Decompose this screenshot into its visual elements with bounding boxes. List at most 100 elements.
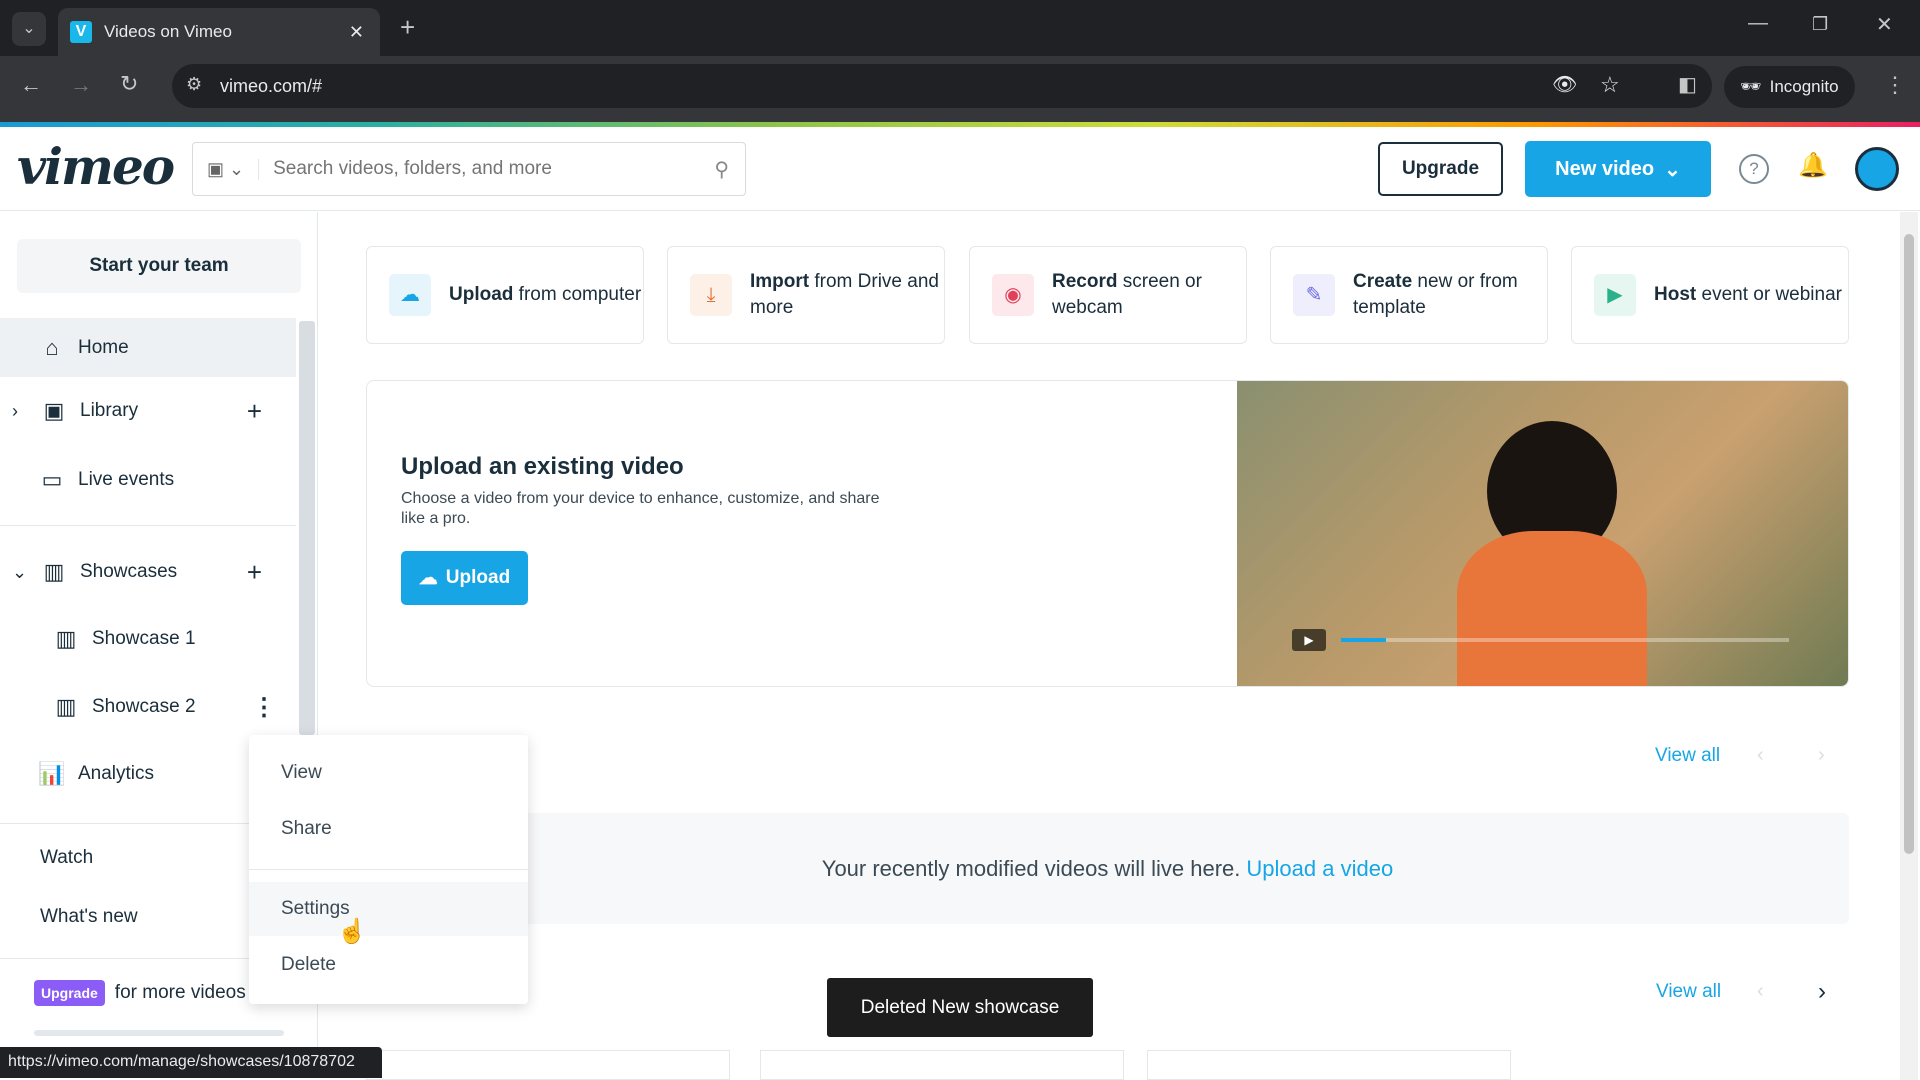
bell-icon[interactable]: 🔔 bbox=[1798, 151, 1828, 180]
menu-item-share[interactable]: Share bbox=[249, 802, 528, 856]
empty-state-text: Your recently modified videos will live … bbox=[821, 855, 1241, 881]
recent-view-all-link[interactable]: View all bbox=[1655, 745, 1720, 767]
new-tab-button[interactable]: + bbox=[400, 12, 415, 43]
showcase-card[interactable] bbox=[1147, 1050, 1511, 1080]
prev-arrow-icon[interactable]: ‹ bbox=[1757, 980, 1764, 1003]
label: Live events bbox=[78, 469, 175, 490]
new-video-button[interactable]: New video ⌄ bbox=[1525, 141, 1711, 197]
label: What's new bbox=[40, 906, 138, 927]
site-settings-icon[interactable]: ⚙ bbox=[186, 74, 202, 95]
hero-video-preview[interactable]: ▶ bbox=[1237, 381, 1848, 686]
menu-item-settings[interactable]: Settings bbox=[249, 882, 528, 936]
menu-item-delete[interactable]: Delete bbox=[249, 938, 528, 992]
restore-button[interactable]: ❐ bbox=[1812, 14, 1828, 35]
label: Showcases bbox=[80, 561, 178, 582]
minimize-button[interactable]: — bbox=[1748, 12, 1768, 35]
add-showcase-icon[interactable]: + bbox=[247, 557, 262, 588]
camera-icon: ▶ bbox=[1594, 274, 1636, 316]
page-scrollbar-thumb[interactable] bbox=[1904, 234, 1914, 854]
sidebar-item-showcase-1[interactable]: ▥ Showcase 1 bbox=[0, 616, 296, 662]
incognito-icon: 🕶 bbox=[1740, 77, 1762, 96]
eye-off-icon[interactable]: 👁 bbox=[1552, 72, 1577, 97]
sidebar-item-home[interactable]: ⌂ Home bbox=[0, 318, 296, 377]
search-scope-dropdown[interactable]: ▣ ⌄ bbox=[193, 158, 260, 180]
forward-icon[interactable]: → bbox=[70, 72, 92, 98]
side-panel-icon[interactable]: ◧ bbox=[1678, 72, 1697, 97]
back-icon[interactable]: ← bbox=[20, 72, 42, 98]
quick-action-upload[interactable]: ☁ Upload from computer bbox=[366, 246, 644, 344]
close-tab-icon[interactable]: ✕ bbox=[349, 22, 364, 43]
showcase-icon: ▥ bbox=[55, 694, 77, 719]
quick-action-create[interactable]: ✎ Create new or from template bbox=[1270, 246, 1548, 344]
avatar[interactable] bbox=[1855, 147, 1899, 191]
video-camera-icon: ▭ bbox=[41, 467, 63, 492]
label: Library bbox=[80, 400, 139, 421]
showcase-card[interactable] bbox=[760, 1050, 1124, 1080]
upgrade-text: for more videos bbox=[114, 982, 246, 1003]
mouse-cursor-icon: ☝ bbox=[337, 918, 367, 945]
edit-icon: ✎ bbox=[1293, 274, 1335, 316]
star-icon[interactable]: ☆ bbox=[1600, 72, 1620, 98]
quick-action-label: Record screen or webcam bbox=[1052, 271, 1202, 318]
quick-action-label: Upload from computer bbox=[449, 284, 642, 306]
vimeo-logo[interactable]: vimeo bbox=[17, 137, 175, 196]
divider bbox=[0, 525, 296, 526]
sidebar-item-showcase-2[interactable]: ▥ Showcase 2 ⋮ bbox=[0, 684, 296, 730]
video-progress-bar[interactable] bbox=[1341, 638, 1789, 642]
page-scrollbar[interactable] bbox=[1900, 212, 1918, 1080]
search-input[interactable] bbox=[259, 158, 715, 180]
search-bar: ▣ ⌄ ⚲ bbox=[192, 142, 746, 196]
incognito-label: Incognito bbox=[1769, 77, 1839, 96]
sidebar-item-live-events[interactable]: ▭ Live events bbox=[0, 457, 296, 503]
chevron-down-icon[interactable]: ⌄ bbox=[12, 562, 40, 583]
url-field[interactable]: ⚙ vimeo.com/# 👁 ☆ bbox=[172, 64, 1712, 108]
quick-action-record[interactable]: ◉ Record screen or webcam bbox=[969, 246, 1247, 344]
record-icon: ◉ bbox=[992, 274, 1034, 316]
quick-action-import[interactable]: ⤓ Import from Drive and more bbox=[667, 246, 945, 344]
upload-panel-description: Choose a video from your device to enhan… bbox=[401, 490, 880, 527]
more-options-icon[interactable]: ⋮ bbox=[252, 693, 276, 722]
close-window-button[interactable]: ✕ bbox=[1876, 12, 1893, 37]
label: Analytics bbox=[78, 763, 155, 784]
upload-cloud-icon: ☁ bbox=[418, 567, 438, 589]
upload-button-label: Upload bbox=[445, 567, 511, 588]
upgrade-badge[interactable]: Upgrade bbox=[34, 980, 105, 1006]
label: Showcase 2 bbox=[92, 696, 196, 717]
upgrade-promo: Upgrade for more videos bbox=[34, 980, 246, 1006]
showcases-view-all-link[interactable]: View all bbox=[1656, 981, 1721, 1003]
menu-item-view[interactable]: View bbox=[249, 746, 528, 800]
tab-search-button[interactable]: ⌄ bbox=[12, 12, 46, 46]
video-progress-fill bbox=[1341, 638, 1386, 642]
browser-tab[interactable]: V Videos on Vimeo ✕ bbox=[58, 8, 380, 56]
upload-button[interactable]: ☁ Upload bbox=[401, 551, 528, 605]
browser-menu-icon[interactable]: ⋮ bbox=[1884, 72, 1906, 98]
quick-action-host[interactable]: ▶ Host event or webinar bbox=[1571, 246, 1849, 344]
label: Showcase 1 bbox=[92, 628, 196, 649]
add-library-icon[interactable]: + bbox=[247, 396, 262, 427]
sidebar-item-library[interactable]: › ▣ Library + bbox=[0, 388, 296, 434]
prev-arrow-icon[interactable]: ‹ bbox=[1757, 744, 1764, 767]
next-arrow-icon[interactable]: › bbox=[1818, 744, 1825, 767]
recent-videos-empty-state: Your recently modified videos will live … bbox=[366, 813, 1849, 924]
upload-video-link[interactable]: Upload a video bbox=[1246, 856, 1393, 882]
upload-cloud-icon: ☁ bbox=[389, 274, 431, 316]
incognito-badge[interactable]: 🕶 Incognito bbox=[1724, 66, 1855, 108]
upgrade-button[interactable]: Upgrade bbox=[1378, 142, 1503, 196]
start-team-button[interactable]: Start your team bbox=[17, 239, 301, 293]
showcase-card[interactable] bbox=[366, 1050, 730, 1080]
analytics-icon: 📊 bbox=[38, 761, 66, 786]
next-arrow-icon[interactable]: › bbox=[1818, 978, 1826, 1006]
sidebar-item-showcases[interactable]: ⌄ ▥ Showcases + bbox=[0, 549, 296, 595]
help-icon[interactable]: ? bbox=[1739, 154, 1769, 184]
play-icon[interactable]: ▶ bbox=[1292, 629, 1326, 651]
sidebar-scrollbar[interactable] bbox=[299, 321, 315, 735]
quick-action-label: Import from Drive and more bbox=[750, 271, 939, 318]
chevron-right-icon[interactable]: › bbox=[12, 401, 40, 422]
upload-panel: Upload an existing video Choose a video … bbox=[366, 380, 1849, 687]
quick-action-label: Host event or webinar bbox=[1654, 284, 1842, 306]
upload-panel-title: Upload an existing video bbox=[401, 453, 684, 480]
search-icon[interactable]: ⚲ bbox=[714, 157, 745, 182]
app-header: vimeo ▣ ⌄ ⚲ Upgrade New video ⌄ ? 🔔 bbox=[0, 127, 1920, 211]
reload-icon[interactable]: ↻ bbox=[120, 71, 138, 97]
hero-figure-dress bbox=[1457, 531, 1647, 686]
